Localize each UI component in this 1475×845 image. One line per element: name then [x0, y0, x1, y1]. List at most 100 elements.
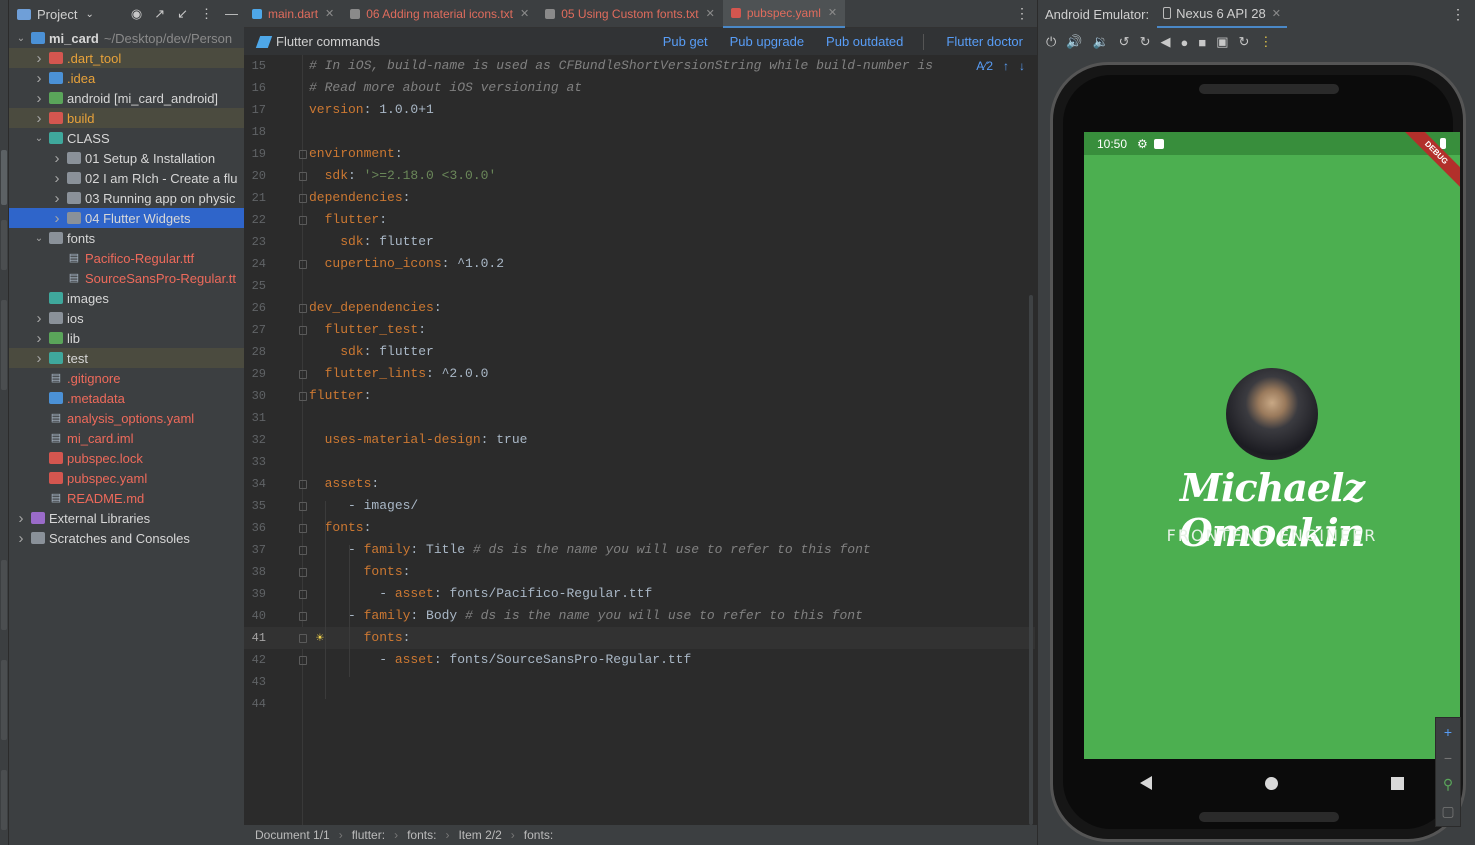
code-editor[interactable]: 15 # In iOS, build-name is used as CFBund…	[244, 55, 1037, 825]
close-icon[interactable]: ✕	[520, 7, 529, 20]
arrow-down-icon[interactable]: ↓	[1019, 59, 1025, 73]
fold-marker-icon[interactable]	[299, 370, 307, 379]
nav-home-icon[interactable]	[1264, 776, 1278, 790]
tree-item[interactable]: ▤ mi_card.iml	[9, 428, 244, 448]
tree-item[interactable]: pubspec.lock	[9, 448, 244, 468]
fold-marker-icon[interactable]	[299, 304, 307, 313]
tree-item[interactable]: › test	[9, 348, 244, 368]
fold-marker-icon[interactable]	[299, 172, 307, 181]
editor-scrollbar[interactable]	[1029, 295, 1033, 825]
chevron-right-icon[interactable]: ›	[33, 310, 45, 327]
chevron-right-icon[interactable]: ›	[51, 170, 63, 187]
home-icon[interactable]: ●	[1180, 35, 1188, 50]
rotate-left-icon[interactable]: ↺	[1119, 34, 1130, 50]
fold-marker-icon[interactable]	[299, 546, 307, 555]
tree-item[interactable]: ⌄ mi_card ~/Desktop/dev/Person	[9, 28, 244, 48]
collapse-all-icon[interactable]: ↙	[177, 6, 188, 22]
expand-all-icon[interactable]: ↗	[154, 6, 165, 22]
fold-marker-icon[interactable]	[299, 502, 307, 511]
fold-marker-icon[interactable]	[299, 590, 307, 599]
chevron-right-icon[interactable]: ›	[33, 90, 45, 107]
chevron-right-icon[interactable]: ›	[33, 70, 45, 87]
close-icon[interactable]: ✕	[325, 7, 334, 20]
tab-file[interactable]: pubspec.yaml ✕	[722, 0, 846, 28]
tree-item[interactable]: › Scratches and Consoles	[9, 528, 244, 548]
fold-marker-icon[interactable]	[299, 392, 307, 401]
tree-item[interactable]: .metadata	[9, 388, 244, 408]
chevron-right-icon[interactable]: ›	[33, 350, 45, 367]
overview-icon[interactable]: ■	[1198, 35, 1206, 50]
fold-marker-icon[interactable]	[299, 216, 307, 225]
zoom-out-icon[interactable]: −	[1444, 750, 1452, 766]
fold-marker-icon[interactable]	[299, 656, 307, 665]
flutter-doctor-button[interactable]: Flutter doctor	[946, 34, 1023, 49]
fold-marker-icon[interactable]	[299, 568, 307, 577]
pub-upgrade-button[interactable]: Pub upgrade	[730, 34, 804, 49]
fold-marker-icon[interactable]	[299, 326, 307, 335]
tree-item[interactable]: ⌄ fonts	[9, 228, 244, 248]
screenshot-icon[interactable]: ▣	[1216, 34, 1228, 50]
tree-item[interactable]: › 02 I am RIch - Create a flu	[9, 168, 244, 188]
tree-item[interactable]: › build	[9, 108, 244, 128]
close-icon[interactable]: ✕	[1272, 7, 1281, 20]
spellcheck-icon[interactable]: A⁄2	[976, 59, 993, 73]
chevron-right-icon[interactable]: ›	[33, 330, 45, 347]
locate-icon[interactable]: ◉	[131, 6, 142, 22]
pub-get-button[interactable]: Pub get	[663, 34, 708, 49]
breadcrumb-item[interactable]: fonts:	[524, 828, 553, 842]
chevron-right-icon[interactable]: ›	[15, 530, 27, 547]
fit-screen-icon[interactable]: ▢	[1441, 803, 1454, 820]
tree-item[interactable]: pubspec.yaml	[9, 468, 244, 488]
chevron-right-icon[interactable]: ›	[33, 50, 45, 67]
nav-back-icon[interactable]	[1140, 776, 1153, 790]
snapshot-icon[interactable]: ↻	[1239, 34, 1250, 50]
more-options-icon[interactable]: ⋮	[200, 6, 213, 22]
tree-item[interactable]: ▤ .gitignore	[9, 368, 244, 388]
close-icon[interactable]: ✕	[828, 6, 837, 19]
fold-marker-icon[interactable]	[299, 150, 307, 159]
fold-marker-icon[interactable]	[299, 612, 307, 621]
chevron-right-icon[interactable]: ›	[51, 210, 63, 227]
fold-marker-icon[interactable]	[299, 480, 307, 489]
rotate-right-icon[interactable]: ↻	[1140, 34, 1151, 50]
chevron-right-icon[interactable]: ›	[33, 110, 45, 127]
tab-file[interactable]: 06 Adding material icons.txt ✕	[342, 0, 537, 28]
fold-marker-icon[interactable]	[299, 194, 307, 203]
tree-item[interactable]: › 03 Running app on physic	[9, 188, 244, 208]
tab-file[interactable]: 05 Using Custom fonts.txt ✕	[537, 0, 723, 28]
chevron-down-icon[interactable]: ⌄	[85, 9, 93, 20]
arrow-up-icon[interactable]: ↑	[1003, 59, 1009, 73]
tab-menu-icon[interactable]: ⋮	[1015, 5, 1037, 22]
tree-item[interactable]: images	[9, 288, 244, 308]
fold-marker-icon[interactable]	[299, 260, 307, 269]
tree-item[interactable]: ▤ analysis_options.yaml	[9, 408, 244, 428]
breadcrumb-item[interactable]: fonts:	[407, 828, 436, 842]
chevron-right-icon[interactable]: ›	[51, 190, 63, 207]
tree-item[interactable]: ▤ README.md	[9, 488, 244, 508]
tree-item[interactable]: › External Libraries	[9, 508, 244, 528]
volume-down-icon[interactable]: 🔉	[1092, 34, 1108, 50]
tab-emulator-device[interactable]: Nexus 6 API 28 ✕	[1157, 0, 1287, 28]
tree-item[interactable]: › .dart_tool	[9, 48, 244, 68]
pub-outdated-button[interactable]: Pub outdated	[826, 34, 903, 49]
chevron-right-icon[interactable]: ›	[51, 150, 63, 167]
volume-up-icon[interactable]: 🔊	[1066, 34, 1082, 50]
extended-controls-icon[interactable]: ⋮	[1259, 34, 1272, 50]
tab-file[interactable]: main.dart ✕	[244, 0, 342, 28]
close-icon[interactable]: ✕	[706, 7, 715, 20]
breadcrumb-item[interactable]: Document 1/1	[255, 828, 330, 842]
back-icon[interactable]: ◀	[1160, 34, 1170, 50]
zoom-in-icon[interactable]: +	[1444, 724, 1452, 740]
hide-panel-icon[interactable]: —	[225, 6, 238, 22]
device-screen[interactable]: 10:50 ⚙ ▼ DEBUG Michaelz Omoakin FRONTEN…	[1084, 132, 1460, 759]
tree-item[interactable]: › android [mi_card_android]	[9, 88, 244, 108]
tree-item[interactable]: › ios	[9, 308, 244, 328]
project-panel-title[interactable]: Project	[37, 7, 77, 22]
chevron-down-icon[interactable]: ⌄	[33, 233, 45, 244]
tree-item[interactable]: ▤ Pacifico-Regular.ttf	[9, 248, 244, 268]
nav-recents-icon[interactable]	[1390, 776, 1404, 790]
tree-item[interactable]: › .idea	[9, 68, 244, 88]
magnifier-icon[interactable]: ⚲	[1443, 776, 1453, 793]
more-options-icon[interactable]: ⋮	[1451, 6, 1475, 23]
fold-marker-icon[interactable]	[299, 524, 307, 533]
